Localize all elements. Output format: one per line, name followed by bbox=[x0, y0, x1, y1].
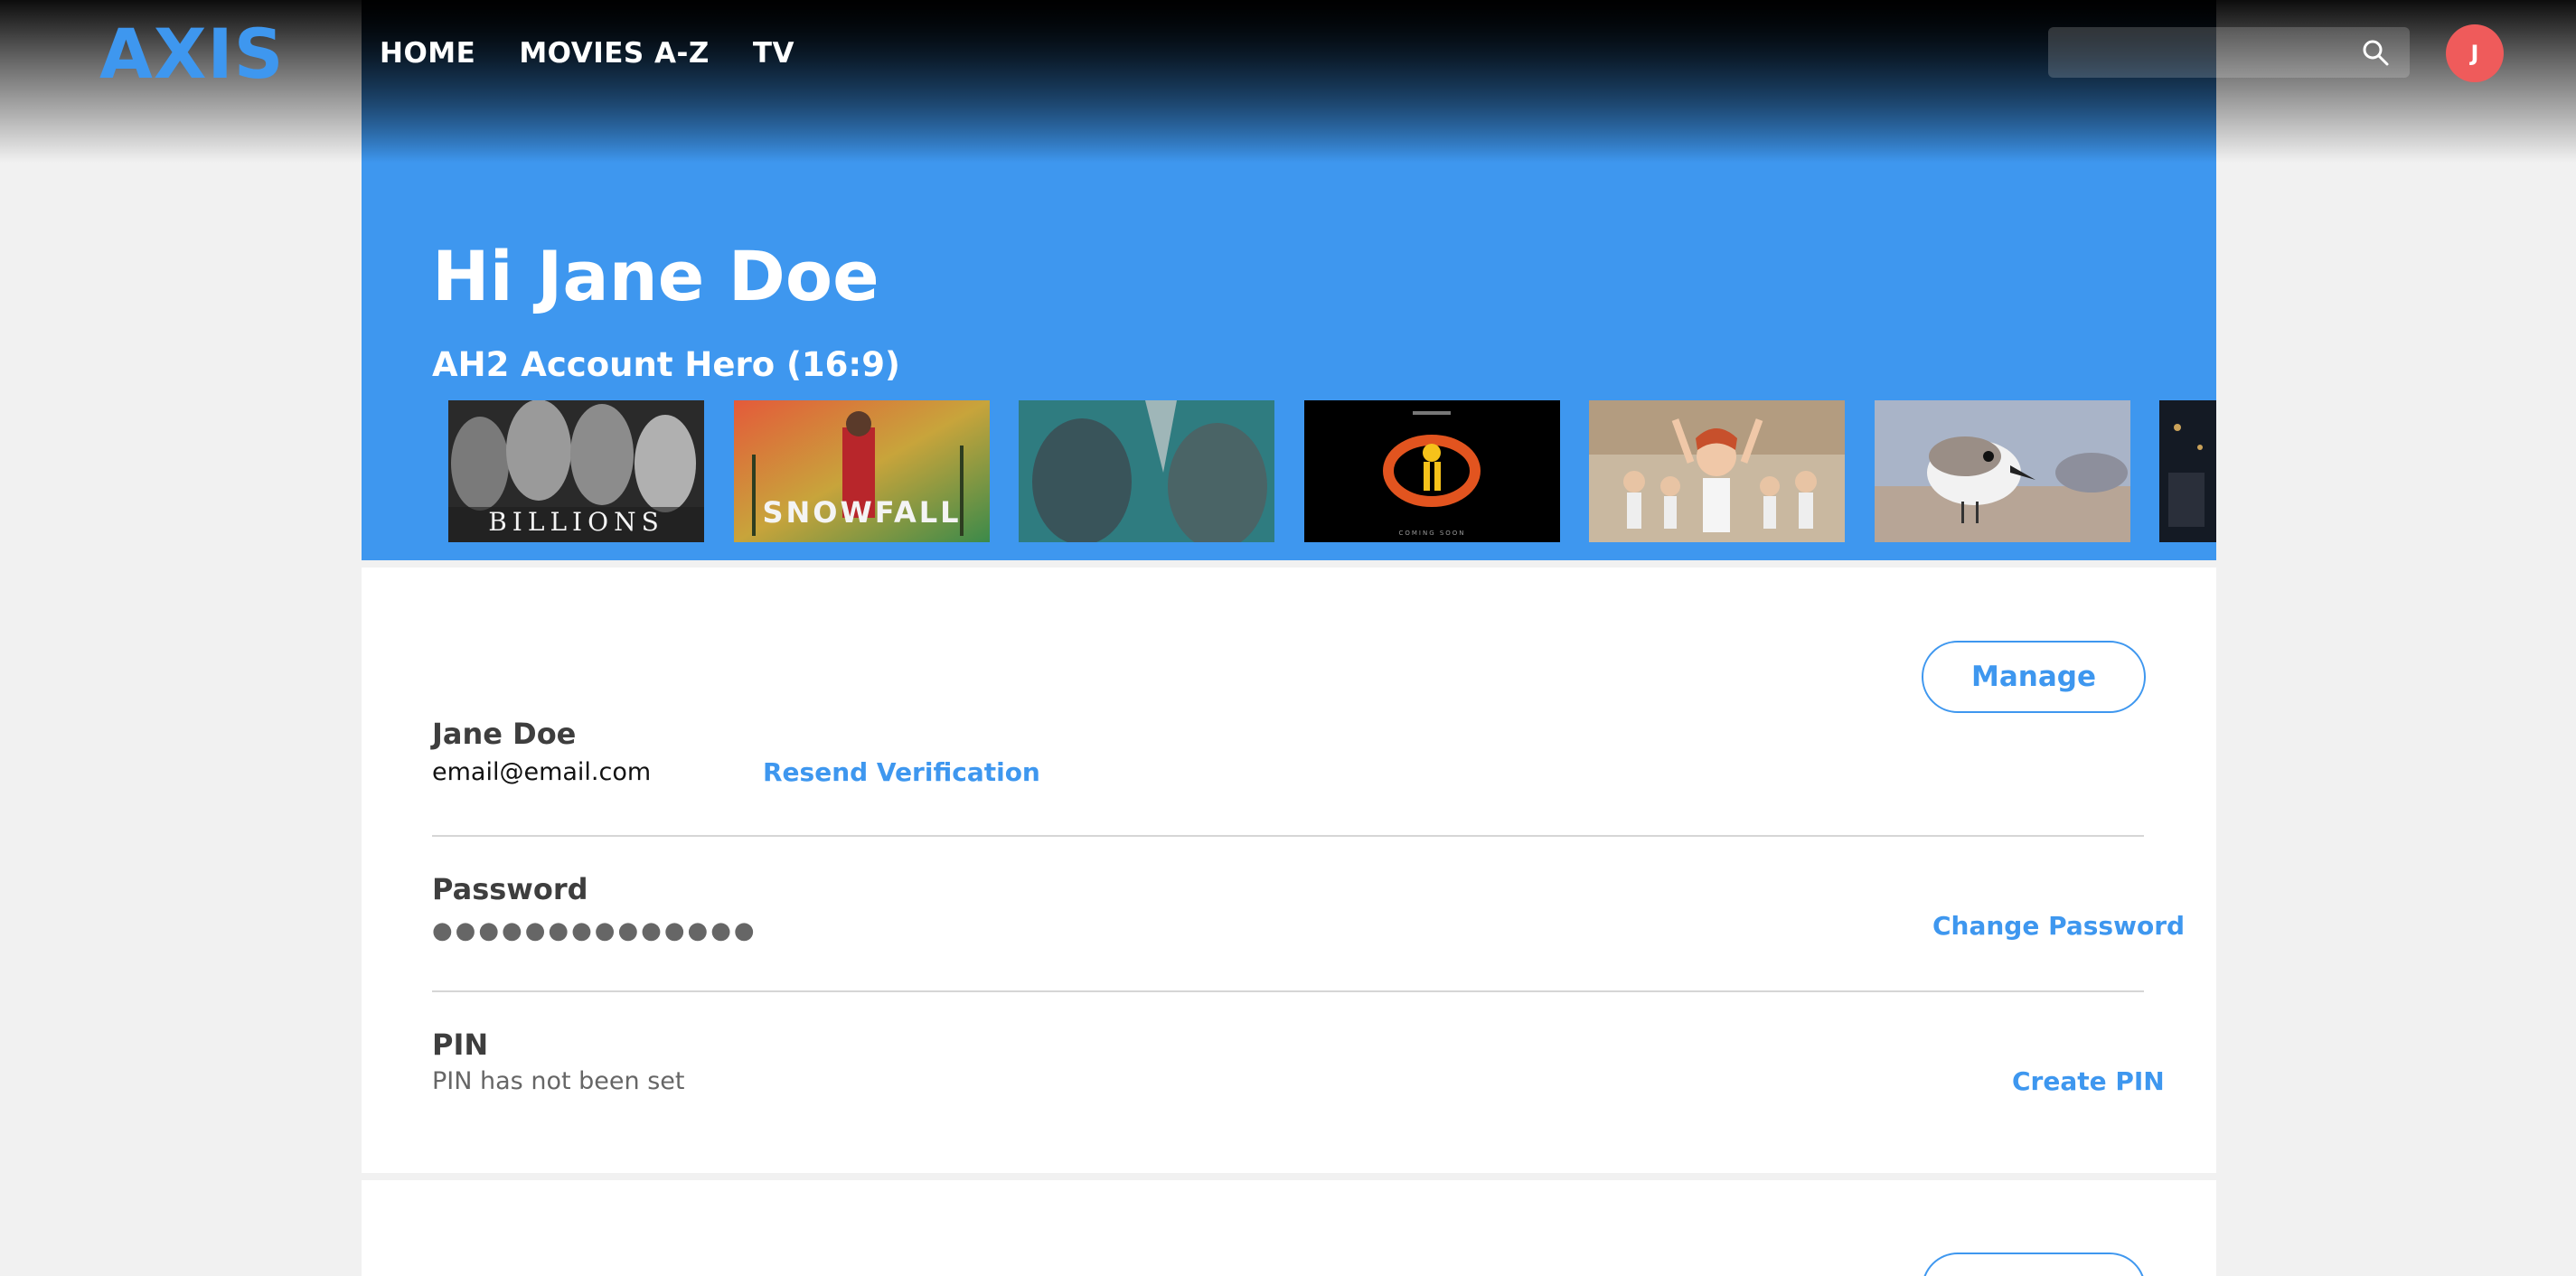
snowfall-title: SNOWFALL bbox=[762, 495, 962, 530]
thumbnail-vikings[interactable] bbox=[1019, 400, 1274, 542]
search-icon[interactable] bbox=[2361, 38, 2390, 67]
secondary-card-button[interactable] bbox=[1922, 1253, 2146, 1276]
rail-title: AH2 Account Hero (16:9) bbox=[432, 345, 900, 384]
thumbnail-snowfall[interactable]: SNOWFALL bbox=[734, 400, 990, 542]
account-details-card: Manage Jane Doe email@email.com Resend V… bbox=[362, 568, 2216, 1173]
thumbnail-ballet-dancer[interactable] bbox=[1589, 400, 1845, 542]
divider bbox=[432, 990, 2144, 992]
create-pin-link[interactable]: Create PIN bbox=[2012, 1064, 2165, 1100]
billions-title: BILLIONS bbox=[488, 507, 664, 537]
vikings-artwork bbox=[1019, 400, 1274, 542]
dark-scene-artwork bbox=[2159, 400, 2216, 542]
incredibles-caption: COMING SOON bbox=[1398, 530, 1466, 537]
search-box bbox=[2048, 27, 2410, 78]
resend-verification-link[interactable]: Resend Verification bbox=[763, 755, 1040, 791]
piper-artwork bbox=[1875, 400, 2130, 542]
divider bbox=[432, 835, 2144, 837]
account-email: email@email.com bbox=[432, 758, 652, 786]
top-navigation: AXIS HOME MOVIES A-Z TV J bbox=[0, 0, 2576, 108]
thumbnail-billions[interactable]: BILLIONS bbox=[448, 400, 704, 542]
change-password-link[interactable]: Change Password bbox=[1932, 908, 2185, 944]
ballet-artwork bbox=[1589, 400, 1845, 542]
incredibles-artwork bbox=[1304, 400, 1560, 542]
password-label: Password bbox=[432, 872, 588, 906]
greeting-title: Hi Jane Doe bbox=[432, 236, 879, 316]
user-avatar[interactable]: J bbox=[2446, 24, 2504, 82]
nav-tv[interactable]: TV bbox=[753, 33, 794, 74]
manage-button[interactable]: Manage bbox=[1922, 641, 2146, 713]
search-input[interactable] bbox=[2048, 27, 2355, 78]
main-nav: HOME MOVIES A-Z TV bbox=[380, 33, 794, 74]
thumbnail-rail[interactable]: BILLIONS SNOWFALL COMING SOON bbox=[448, 400, 2216, 542]
thumbnail-incredibles-2[interactable]: COMING SOON bbox=[1304, 400, 1560, 542]
nav-movies-a-z[interactable]: MOVIES A-Z bbox=[519, 33, 710, 74]
secondary-card bbox=[362, 1180, 2216, 1276]
pin-label: PIN bbox=[432, 1027, 489, 1062]
page: Hi Jane Doe AH2 Account Hero (16:9) BILL… bbox=[0, 0, 2576, 1276]
axis-logo[interactable]: AXIS bbox=[99, 16, 284, 92]
account-name: Jane Doe bbox=[432, 717, 577, 751]
nav-home[interactable]: HOME bbox=[380, 33, 475, 74]
password-mask: ●●●●●●●●●●●●●● bbox=[432, 917, 757, 944]
thumbnail-piper-bird[interactable] bbox=[1875, 400, 2130, 542]
thumbnail-dark-scene[interactable] bbox=[2159, 400, 2216, 542]
pin-status: PIN has not been set bbox=[432, 1067, 685, 1095]
